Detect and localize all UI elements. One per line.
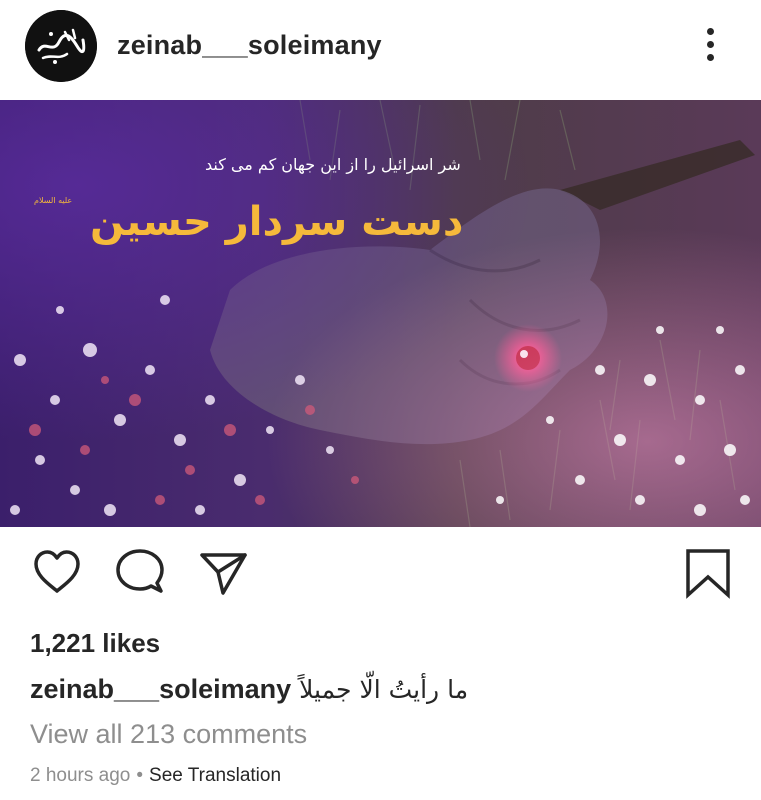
likes-count[interactable]: 1,221 likes (30, 628, 160, 659)
avatar[interactable] (25, 10, 97, 82)
post-meta: 2 hours ago • See Translation (30, 765, 281, 787)
meta-separator: • (136, 765, 144, 786)
image-title: دست سردار حسین (90, 199, 463, 245)
post-header: zeinab___soleimany (0, 0, 761, 100)
caption-text: ما رأیتُ الّا جمیلاً (299, 675, 469, 704)
heart-icon[interactable] (30, 545, 84, 599)
image-honorific: علیه السلام (34, 196, 72, 205)
see-translation-link[interactable]: See Translation (149, 765, 281, 786)
bookmark-icon[interactable] (681, 545, 735, 599)
comment-icon[interactable] (113, 545, 167, 599)
avatar-logo (25, 10, 97, 82)
post-caption: zeinab___soleimany ما رأیتُ الّا جمیلاً (30, 674, 468, 705)
more-options-icon[interactable] (700, 28, 720, 68)
post-timestamp: 2 hours ago (30, 765, 131, 786)
caption-username[interactable]: zeinab___soleimany (30, 674, 291, 704)
post-username[interactable]: zeinab___soleimany (117, 30, 382, 61)
post-actions (0, 545, 761, 615)
paper-plane-icon[interactable] (196, 545, 250, 599)
post-photo-artwork: شر اسرائیل را از این جهان کم می کند دست … (0, 100, 761, 527)
image-subtitle: شر اسرائیل را از این جهان کم می کند (205, 155, 461, 175)
post-image[interactable]: شر اسرائیل را از این جهان کم می کند دست … (0, 100, 761, 527)
view-all-comments-link[interactable]: View all 213 comments (30, 719, 307, 750)
